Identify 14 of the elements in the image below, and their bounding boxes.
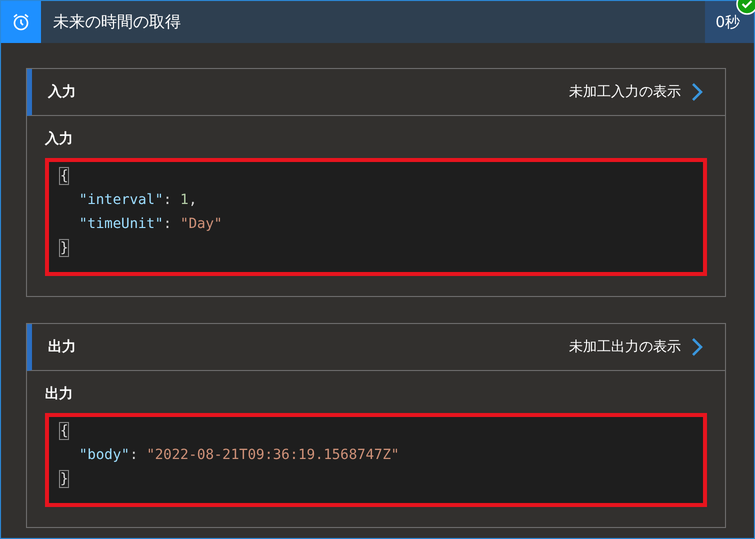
card-header[interactable]: 未来の時間の取得 0秒 [1, 1, 754, 43]
chevron-right-icon [691, 82, 703, 102]
field-label: 入力 [45, 130, 74, 148]
chevron-right-icon [691, 337, 703, 357]
section-title: 出力 [48, 338, 76, 356]
code-line: "body": "2022-08-21T09:36:19.1568747Z" [78, 446, 400, 465]
field-label: 出力 [45, 385, 74, 403]
alarm-clock-icon [11, 12, 31, 32]
show-raw-link[interactable]: 未加工出力の表示 [569, 337, 703, 357]
card-title: 未来の時間の取得 [52, 12, 182, 32]
section-title: 入力 [48, 83, 76, 101]
show-raw-link[interactable]: 未加工入力の表示 [569, 82, 703, 102]
code-line: "interval": 1, [78, 191, 198, 210]
code-line: "timeUnit": "Day" [78, 215, 224, 234]
